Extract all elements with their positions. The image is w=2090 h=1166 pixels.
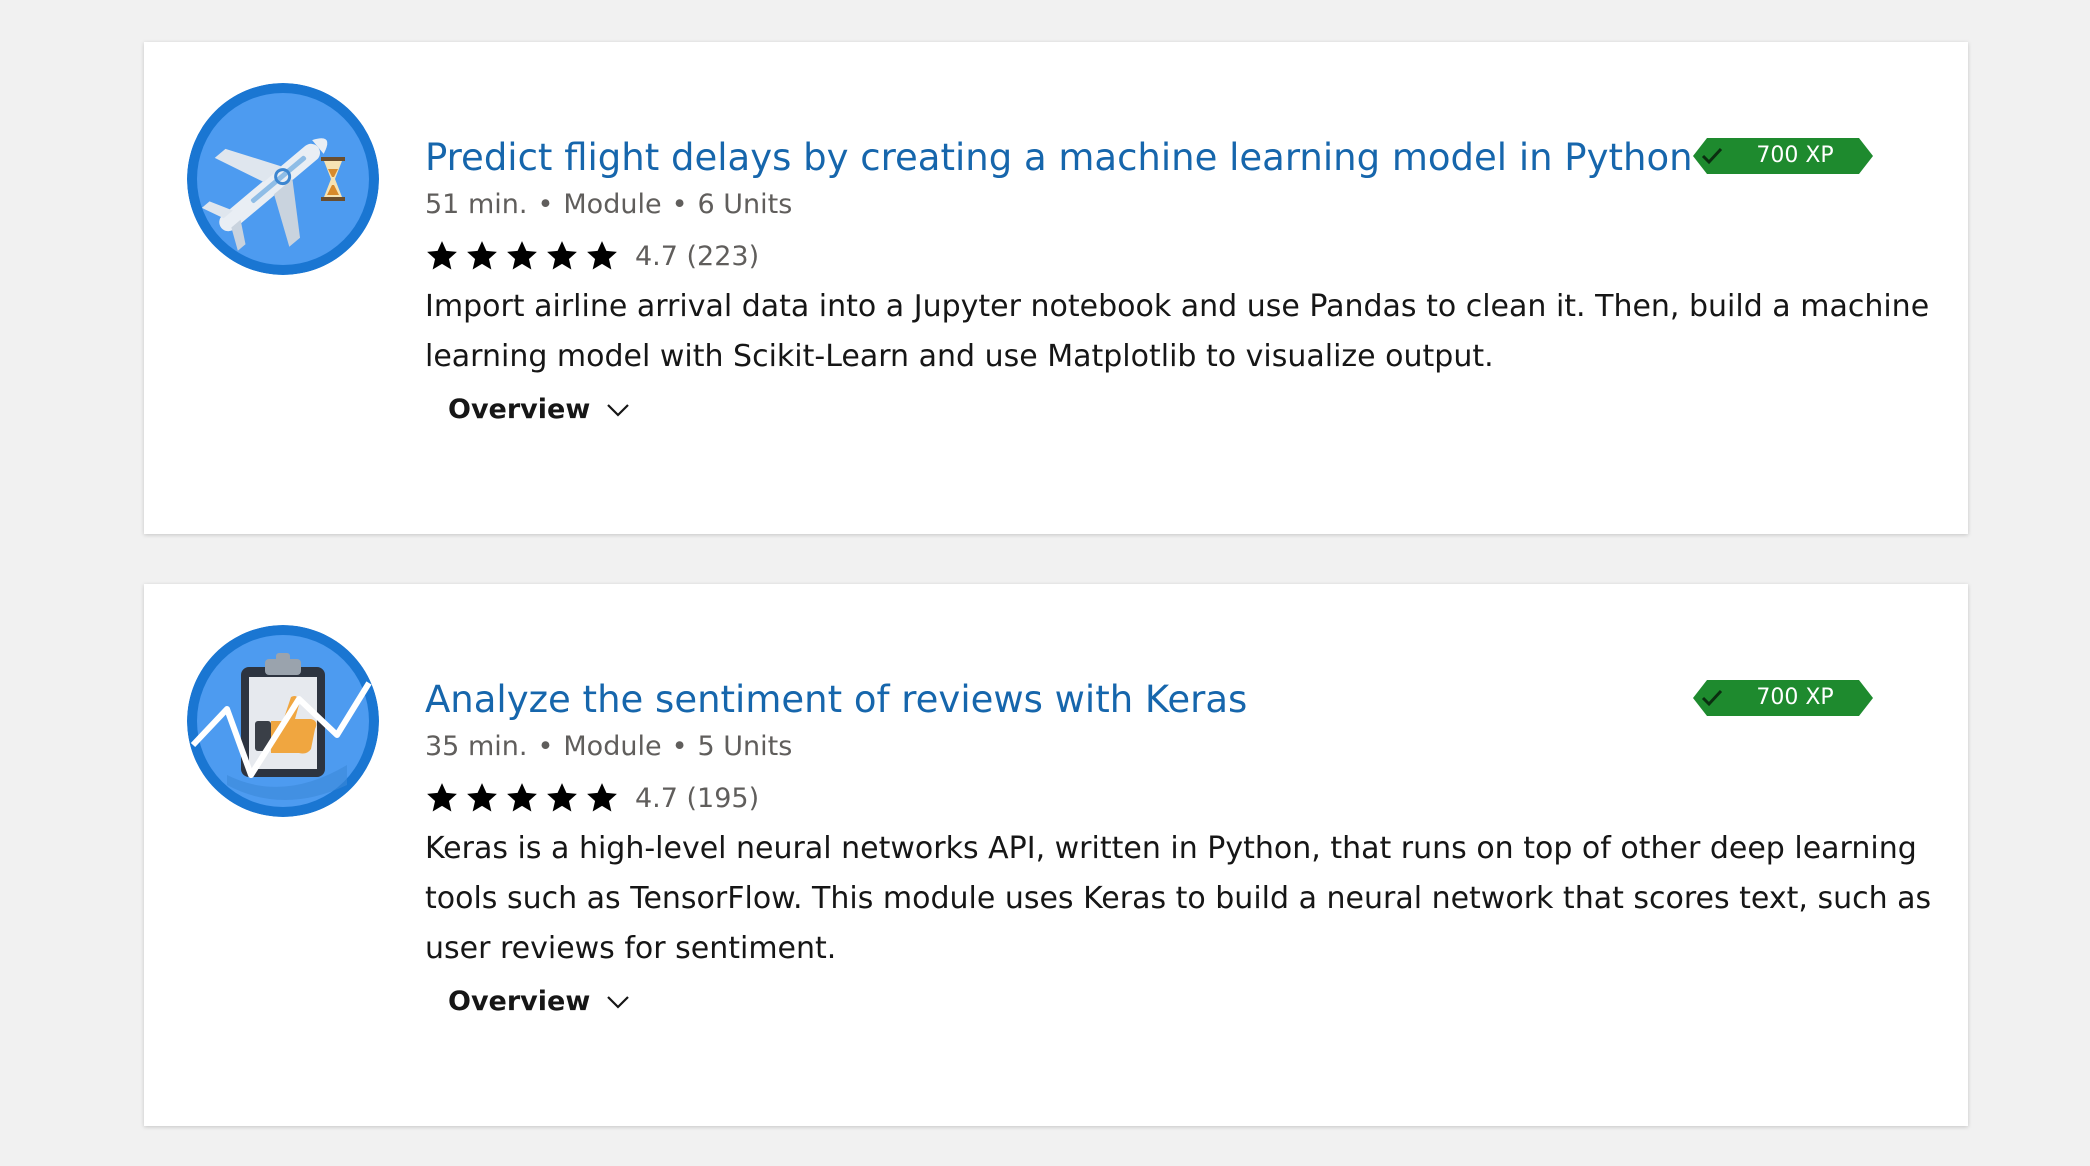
rating: 4.7 (223) — [425, 238, 759, 274]
star-icon — [467, 783, 497, 812]
duration: 51 min. — [425, 189, 528, 220]
star-icon — [427, 241, 457, 270]
content-type: Module — [563, 731, 662, 762]
chevron-down-icon — [607, 403, 630, 417]
meta-separator: • — [537, 731, 554, 762]
overview-label: Overview — [448, 394, 591, 425]
airplane-hourglass-icon — [187, 83, 379, 275]
module-meta: 35 min. • Module • 5 Units — [425, 729, 792, 765]
rating: 4.7 (195) — [425, 780, 759, 816]
star-icon — [427, 783, 457, 812]
star-icon — [547, 241, 577, 270]
star-icon — [507, 241, 537, 270]
module-title-link[interactable]: Analyze the sentiment of reviews with Ke… — [425, 676, 1247, 724]
module-meta: 51 min. • Module • 6 Units — [425, 187, 792, 223]
star-rating — [425, 781, 625, 815]
xp-badge: 700 XP — [1756, 685, 1834, 710]
unit-count: 6 Units — [697, 189, 793, 220]
overview-label: Overview — [448, 986, 591, 1017]
star-icon — [587, 241, 617, 270]
module-description: Import airline arrival data into a Jupyt… — [425, 289, 1930, 374]
meta-separator: • — [671, 189, 688, 220]
overview-toggle[interactable]: Overview — [448, 394, 630, 425]
module-description: Keras is a high-level neural networks AP… — [425, 831, 1932, 966]
unit-count: 5 Units — [697, 731, 793, 762]
rating-text: 4.7 (195) — [635, 782, 760, 814]
content-type: Module — [563, 189, 662, 220]
clipboard-thumbs-up-icon — [187, 625, 379, 817]
star-rating — [425, 239, 625, 273]
meta-separator: • — [537, 189, 554, 220]
duration: 35 min. — [425, 731, 528, 762]
rating-text: 4.7 (223) — [635, 240, 760, 272]
star-icon — [587, 783, 617, 812]
module-title-link[interactable]: Predict flight delays by creating a mach… — [425, 134, 1693, 182]
star-icon — [547, 783, 577, 812]
meta-separator: • — [671, 731, 688, 762]
star-icon — [507, 783, 537, 812]
module-card: Analyze the sentiment of reviews with Ke… — [144, 584, 1968, 1126]
chevron-down-icon — [607, 995, 630, 1009]
module-card: Predict flight delays by creating a mach… — [144, 42, 1968, 534]
overview-toggle[interactable]: Overview — [448, 986, 630, 1017]
star-icon — [467, 241, 497, 270]
xp-badge: 700 XP — [1756, 143, 1834, 168]
